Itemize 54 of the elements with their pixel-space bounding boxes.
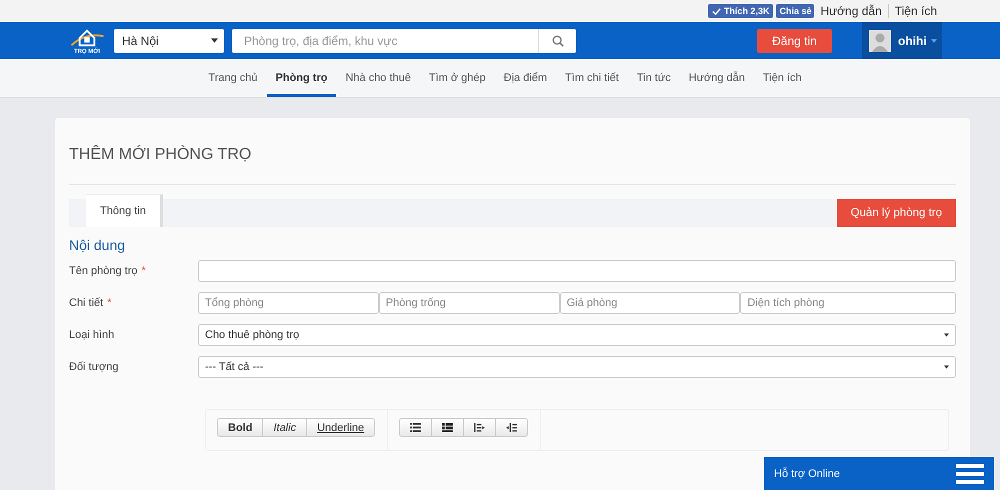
outdent-icon: [506, 423, 518, 432]
field-label: Chi tiết *: [69, 297, 113, 309]
field-label: Tên phòng trọ *: [69, 265, 147, 277]
nav-tab[interactable]: Trang chủ: [199, 59, 267, 97]
bold-button[interactable]: Bold: [217, 418, 264, 437]
top-link[interactable]: Hướng dẫn: [817, 4, 885, 18]
caret-icon: [211, 38, 218, 43]
user-menu[interactable]: ohihi: [862, 22, 942, 59]
list-icon: [442, 423, 454, 432]
select-field[interactable]: --- Tất cả ---: [198, 356, 956, 378]
nav-tab[interactable]: Tiện ích: [754, 59, 811, 97]
input-field[interactable]: Tổng phòng: [198, 292, 379, 314]
field-label: Đối tượng: [69, 361, 120, 373]
manage-rooms-button[interactable]: Quản lý phòng trọ: [836, 199, 956, 227]
nav-tab[interactable]: Nhà cho thuê: [336, 59, 420, 97]
support-label: Hỗ trợ Online: [774, 468, 840, 480]
select-field[interactable]: Cho thuê phòng trọ: [198, 324, 956, 346]
menu-icon: [956, 464, 984, 484]
nav-tab[interactable]: Tìm chi tiết: [556, 59, 628, 97]
outdent-button[interactable]: [495, 418, 528, 437]
bullet-list-button[interactable]: [399, 418, 432, 437]
share-button[interactable]: Chia sẻ: [776, 4, 814, 18]
search-icon: [552, 34, 564, 46]
check-icon: [712, 6, 721, 16]
search-field[interactable]: Phòng trọ, địa điểm, khu vực: [232, 28, 538, 52]
input-field[interactable]: Giá phòng: [560, 292, 740, 314]
caret-icon: [944, 365, 949, 369]
input-field[interactable]: [198, 260, 956, 282]
section-title: Nội dung: [69, 237, 126, 253]
page-title: THÊM MỚI PHÒNG TRỌ: [69, 118, 956, 185]
underline-button[interactable]: Underline: [306, 418, 376, 437]
indent-button[interactable]: [463, 418, 496, 437]
input-field[interactable]: Phòng trống: [378, 292, 560, 314]
caret-icon: [930, 38, 937, 42]
nav-tab[interactable]: Địa điểm: [494, 59, 556, 97]
italic-button[interactable]: Italic: [262, 418, 308, 437]
numbered-list-button[interactable]: [431, 418, 464, 437]
nav-tab[interactable]: Hướng dẫn: [680, 59, 754, 97]
support-widget[interactable]: Hỗ trợ Online: [764, 457, 994, 490]
top-link[interactable]: Tiện ích: [892, 4, 940, 18]
list-icon: [410, 423, 422, 432]
field-label: Loại hình: [69, 329, 116, 341]
input-field[interactable]: Diện tích phòng: [740, 292, 956, 314]
post-button[interactable]: Đăng tin: [757, 28, 832, 52]
nav-tab[interactable]: Tìm ở ghép: [420, 59, 495, 97]
caret-icon: [944, 333, 949, 337]
city-select[interactable]: Hà Nội: [114, 28, 224, 52]
nav-tab[interactable]: Phòng trọ: [266, 59, 336, 97]
avatar-icon: [869, 30, 891, 52]
indent-icon: [474, 423, 486, 432]
nav-tab[interactable]: Tin tức: [628, 59, 680, 97]
like-button[interactable]: Thích 2,3K: [708, 4, 774, 18]
search-button[interactable]: [538, 28, 576, 52]
info-tab[interactable]: Thông tin: [86, 194, 163, 227]
